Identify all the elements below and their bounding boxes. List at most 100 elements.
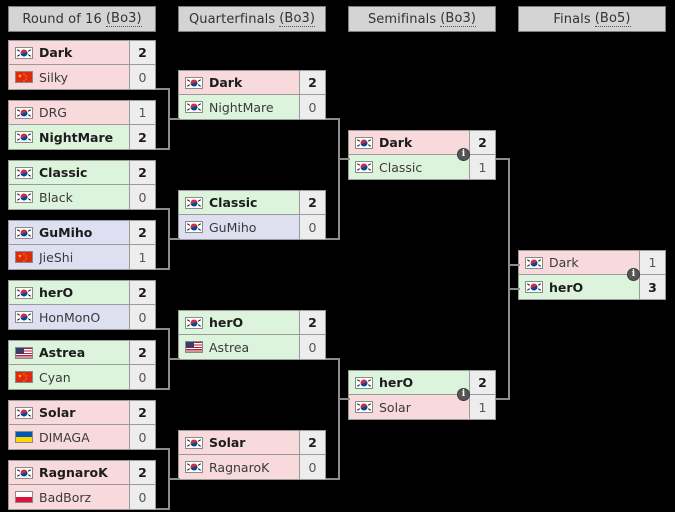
flag-kr-icon [15,46,33,59]
match-info-icon[interactable]: i [457,148,470,161]
team-row[interactable]: Black 0 [9,185,155,209]
team-row[interactable]: Solar 2 [9,401,155,425]
player-name: herO [209,315,244,330]
team-row[interactable]: Dark 1 [519,251,665,275]
team-row[interactable]: DIMAGA 0 [9,425,155,449]
player-name: Classic [209,195,258,210]
team-row[interactable]: Dark 2 [179,71,325,95]
player-name: Classic [39,165,88,180]
player-score: 2 [129,161,155,184]
player-name: herO [39,285,74,300]
match-qf-m1[interactable]: Dark 2 NightMare 0 [178,70,326,120]
team-row[interactable]: Dark 2 [9,41,155,65]
player-name: Solar [209,435,246,450]
player-score: 0 [129,185,155,209]
connector [168,238,170,270]
match-info-icon[interactable]: i [627,268,640,281]
flag-kr-icon [355,161,373,173]
team-row[interactable]: GuMiho 0 [179,215,325,239]
team-row[interactable]: Astrea 0 [179,335,325,359]
player-name: DIMAGA [39,429,90,445]
player-name: Black [39,189,73,205]
match-ro16-m4[interactable]: GuMiho 2 JieShi 1 [8,220,156,270]
team-row[interactable]: DRG 1 [9,101,155,125]
flag-kr-icon [185,101,203,113]
match-qf-m2[interactable]: Classic 2 GuMiho 0 [178,190,326,240]
connector [168,478,170,510]
team-row[interactable]: Solar 1 [349,395,495,419]
connector [338,358,340,400]
team-row[interactable]: Astrea 2 [9,341,155,365]
connector [168,208,170,240]
team-row[interactable]: herO 3 [519,275,665,299]
connector [168,478,180,480]
match-ro16-m6[interactable]: Astrea 2 Cyan 0 [8,340,156,390]
team-row[interactable]: herO 2 [179,311,325,335]
team-row[interactable]: Classic 2 [179,191,325,215]
team-row[interactable]: NightMare 0 [179,95,325,119]
flag-kr-icon [15,286,33,299]
flag-cn-icon [15,71,33,83]
team-row[interactable]: HonMonO 0 [9,305,155,329]
player-score: 1 [129,245,155,269]
team-row[interactable]: RagnaroK 2 [9,461,155,485]
connector [168,358,180,360]
player-name: Classic [379,159,423,175]
player-score: 2 [469,131,495,154]
round-label: Finals [553,11,591,27]
match-ro16-m1[interactable]: Dark 2 Silky 0 [8,40,156,90]
flag-us-icon [185,341,203,353]
player-score: 1 [469,395,495,419]
match-qf-m3[interactable]: herO 2 Astrea 0 [178,310,326,360]
player-name: DRG [39,105,67,120]
flag-ua-icon [15,431,33,443]
flag-kr-icon [525,256,543,269]
team-row[interactable]: Classic 1 [349,155,495,179]
flag-kr-icon [355,136,373,149]
player-name: Astrea [209,339,250,355]
match-info-icon[interactable]: i [457,388,470,401]
team-row[interactable]: Silky 0 [9,65,155,89]
team-row[interactable]: RagnaroK 0 [179,455,325,479]
player-score: 0 [299,335,325,359]
team-row[interactable]: BadBorz 0 [9,485,155,509]
match-ro16-m3[interactable]: Classic 2 Black 0 [8,160,156,210]
player-score: 2 [129,461,155,484]
flag-cn-icon [15,371,33,383]
match-sf-m2[interactable]: herO 2 Solar 1 i [348,370,496,420]
match-qf-m4[interactable]: Solar 2 RagnaroK 0 [178,430,326,480]
team-row[interactable]: Classic 2 [9,161,155,185]
flag-kr-icon [15,406,33,419]
player-score: 2 [299,71,325,94]
player-score: 2 [129,41,155,64]
team-row[interactable]: herO 2 [349,371,495,395]
connector [168,358,170,390]
player-score: 1 [129,101,155,124]
match-sf-m1[interactable]: Dark 2 Classic 1 i [348,130,496,180]
team-row[interactable]: Dark 2 [349,131,495,155]
player-score: 2 [129,125,155,149]
team-row[interactable]: JieShi 1 [9,245,155,269]
player-score: 0 [129,305,155,329]
match-ro16-m2[interactable]: DRG 1 NightMare 2 [8,100,156,150]
connector [338,398,340,480]
team-row[interactable]: Solar 2 [179,431,325,455]
player-score: 1 [639,251,665,274]
connector [168,88,170,120]
flag-kr-icon [525,281,543,293]
team-row[interactable]: GuMiho 2 [9,221,155,245]
flag-kr-icon [15,226,33,239]
flag-pl-icon [15,491,33,503]
match-finals[interactable]: Dark 1 herO 3 i [518,250,666,300]
team-row[interactable]: herO 2 [9,281,155,305]
match-ro16-m7[interactable]: Solar 2 DIMAGA 0 [8,400,156,450]
flag-kr-icon [185,76,203,89]
match-ro16-m8[interactable]: RagnaroK 2 BadBorz 0 [8,460,156,510]
player-score: 0 [299,215,325,239]
team-row[interactable]: Cyan 0 [9,365,155,389]
connector [168,328,170,360]
player-name: Dark [549,255,579,270]
match-ro16-m5[interactable]: herO 2 HonMonO 0 [8,280,156,330]
team-row[interactable]: NightMare 2 [9,125,155,149]
flag-kr-icon [185,316,203,329]
